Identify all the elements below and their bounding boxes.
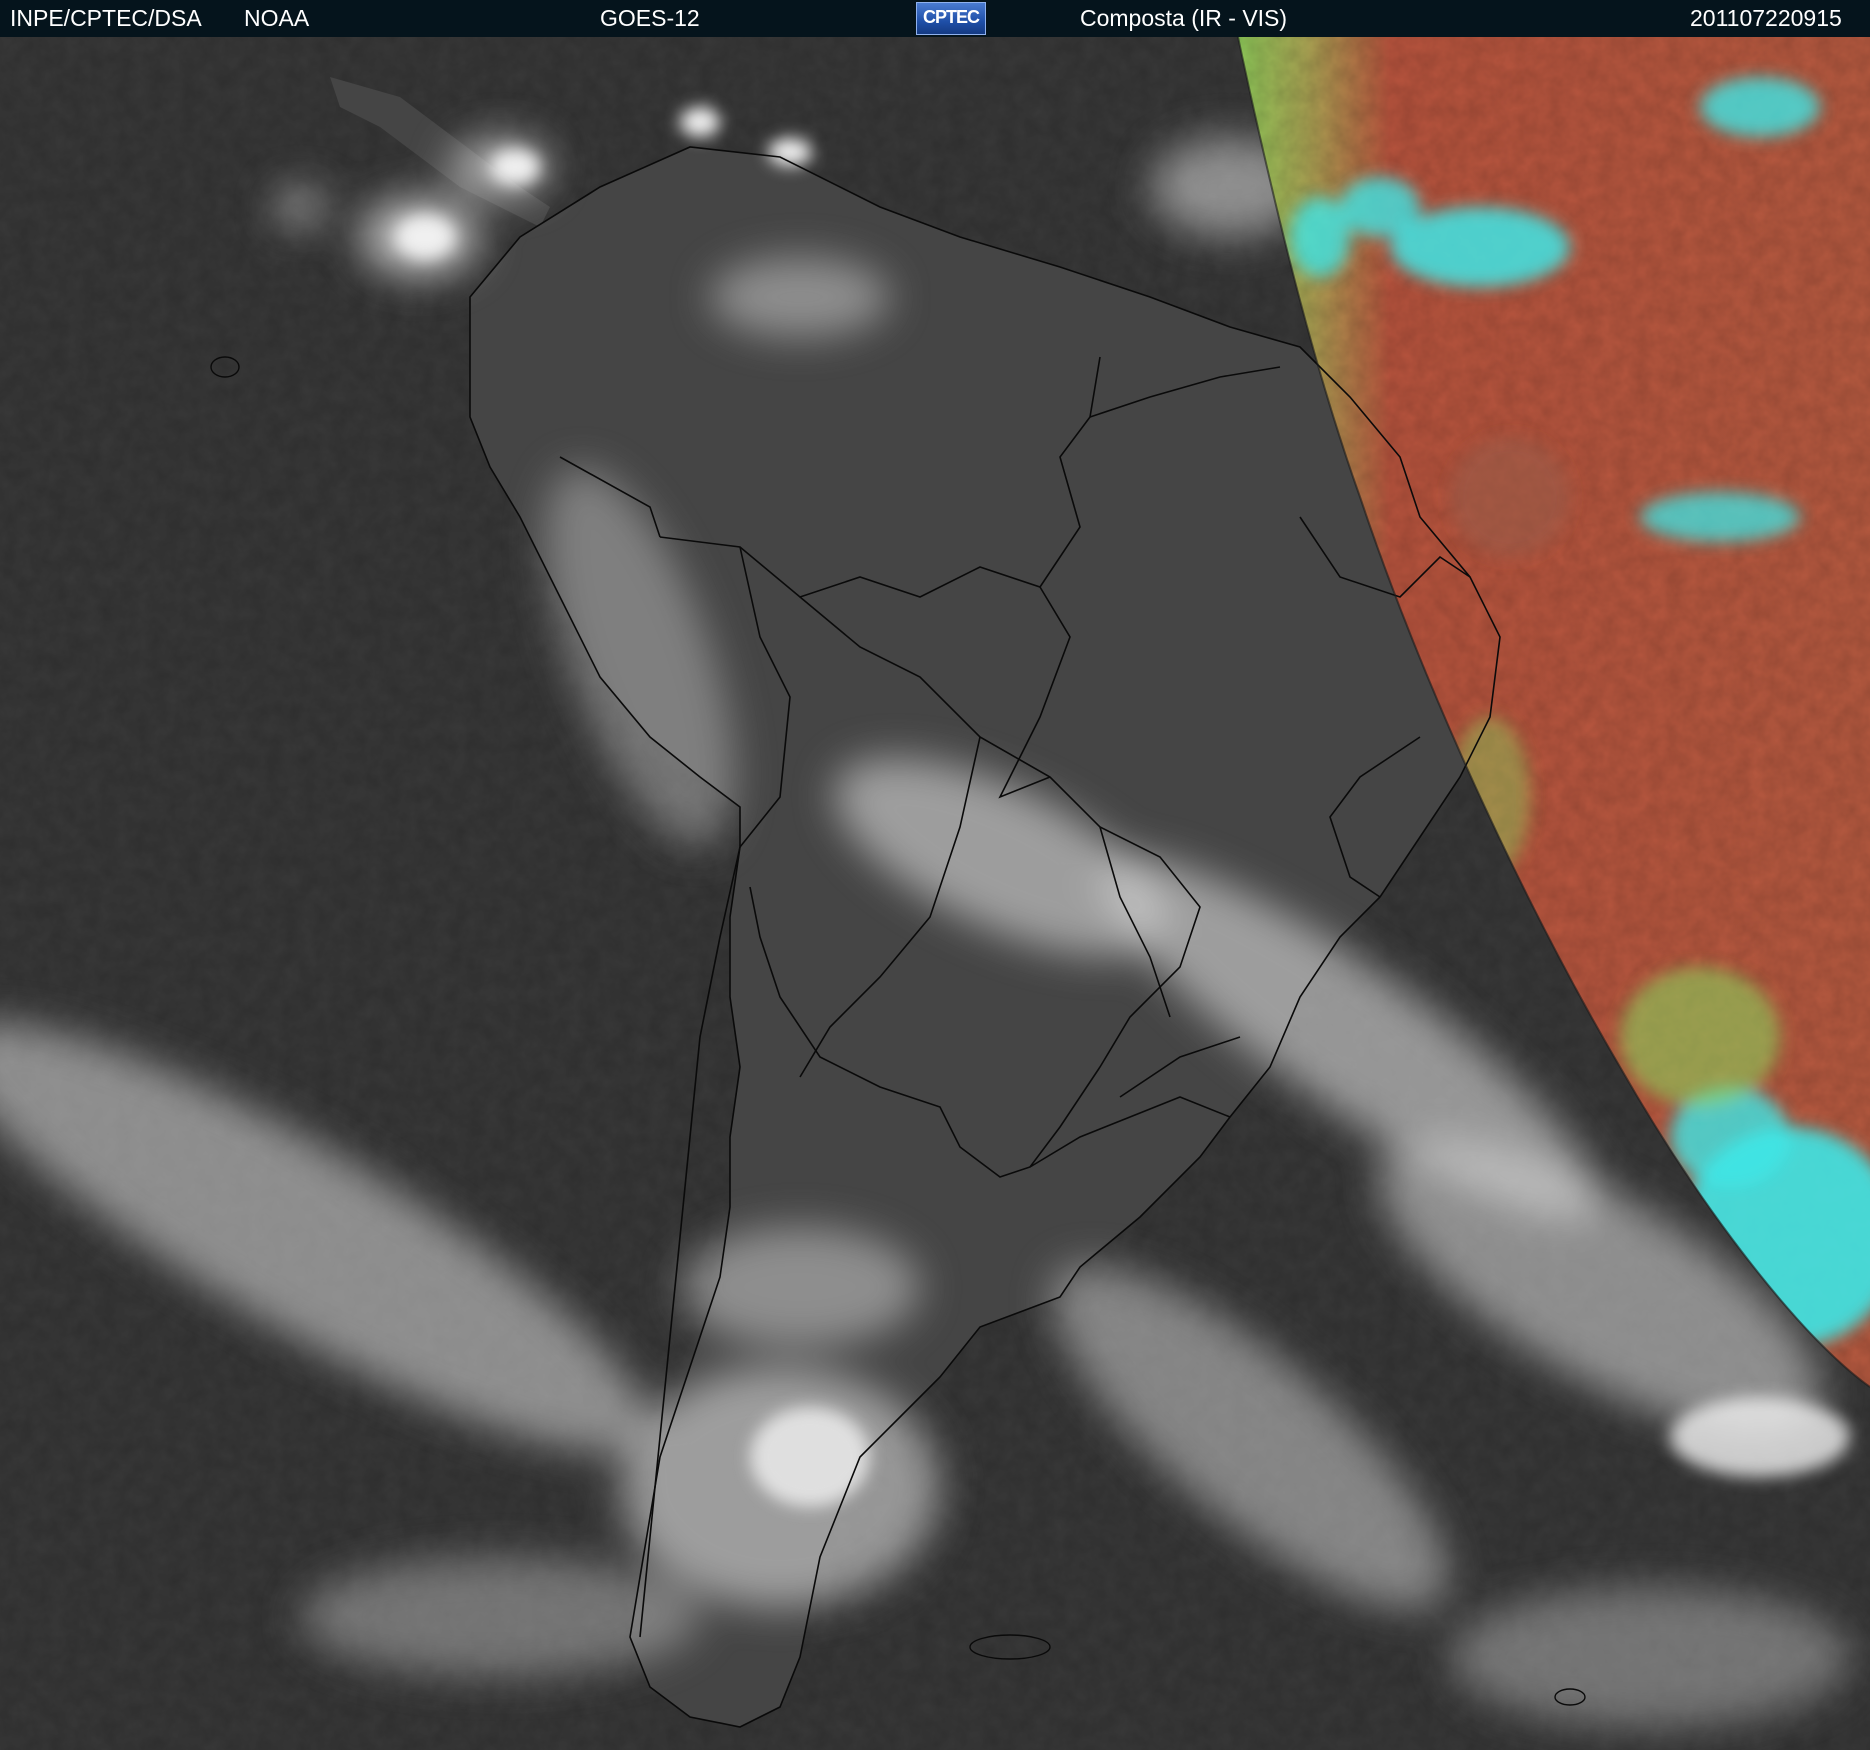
product-label: Composta (IR - VIS)	[1080, 5, 1288, 31]
satellite-image	[0, 37, 1870, 1750]
agency-label: INPE/CPTEC/DSA	[10, 5, 202, 31]
timestamp-label: 201107220915	[1690, 5, 1842, 31]
source-label: NOAA	[244, 5, 310, 31]
header-bar: INPE/CPTEC/DSA NOAA GOES-12 CPTEC Compos…	[0, 0, 1870, 37]
cptec-logo: CPTEC	[916, 2, 986, 35]
satellite-label: GOES-12	[600, 5, 700, 31]
satellite-map-svg	[0, 37, 1870, 1750]
